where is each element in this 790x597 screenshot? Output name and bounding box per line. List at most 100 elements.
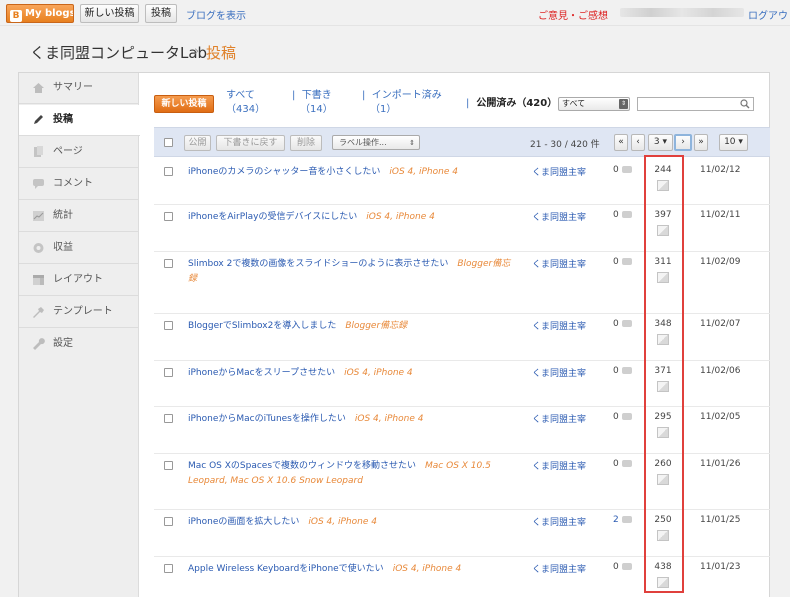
post-title[interactable]: iPhoneのカメラのシャッター音を小さくしたい iOS 4, iPhone 4 (188, 165, 518, 180)
post-title-text[interactable]: iPhoneからMacのiTunesを操作したい (188, 414, 346, 424)
post-comments: 0 (613, 319, 632, 329)
post-author[interactable]: くま同盟主宰 (532, 412, 586, 425)
post-checkbox[interactable] (164, 167, 173, 176)
my-blogs-button[interactable]: B My blogs (6, 4, 74, 23)
filter-drafts[interactable]: | 下書き （14） (292, 89, 333, 117)
post-author[interactable]: くま同盟主宰 (532, 459, 586, 472)
post-title-text[interactable]: BloggerでSlimbox2を導入しました (188, 321, 336, 331)
post-title-text[interactable]: Mac OS XのSpacesで複数のウィンドウを移動させたい (188, 461, 416, 471)
post-author[interactable]: くま同盟主宰 (532, 257, 586, 270)
post-title-text[interactable]: Slimbox 2で複数の画像をスライドショーのように表示させたい (188, 259, 448, 269)
sidebar-item-stats[interactable]: 統計 (19, 201, 139, 232)
post-row[interactable]: iPhoneからMacのiTunesを操作したい iOS 4, iPhone 4 … (154, 408, 770, 454)
post-checkbox[interactable] (164, 564, 173, 573)
stats-graph-icon[interactable] (657, 225, 669, 236)
post-row[interactable]: iPhoneのカメラのシャッター音を小さくしたい iOS 4, iPhone 4 … (154, 161, 770, 205)
view-blog-link[interactable]: ブログを表示 (186, 7, 246, 22)
post-title[interactable]: Mac OS XのSpacesで複数のウィンドウを移動させたい Mac OS X … (188, 459, 518, 489)
post-checkbox[interactable] (164, 414, 173, 423)
post-title[interactable]: BloggerでSlimbox2を導入しました Blogger備忘録 (188, 319, 518, 334)
post-author[interactable]: くま同盟主宰 (532, 319, 586, 332)
post-author[interactable]: くま同盟主宰 (532, 366, 586, 379)
post-row[interactable]: Slimbox 2で複数の画像をスライドショーのように表示させたい Blogger… (154, 253, 770, 314)
post-title[interactable]: iPhoneをAirPlayの受信デバイスにしたい iOS 4, iPhone 4 (188, 210, 518, 225)
stats-graph-icon[interactable] (657, 381, 669, 392)
posts-top-button[interactable]: 投稿 (145, 4, 177, 23)
post-title-text[interactable]: iPhoneからMacをスリープさせたい (188, 368, 335, 378)
post-row[interactable]: iPhoneをAirPlayの受信デバイスにしたい iOS 4, iPhone 4… (154, 206, 770, 252)
post-title-text[interactable]: iPhoneのカメラのシャッター音を小さくしたい (188, 167, 380, 177)
feedback-link[interactable]: ご意見・ご感想 (538, 7, 608, 22)
post-comments[interactable]: 2 (613, 515, 632, 525)
comment-count[interactable]: 2 (613, 515, 619, 525)
post-author[interactable]: くま同盟主宰 (532, 210, 586, 223)
sidebar-item-pages[interactable]: ページ (19, 137, 139, 168)
post-checkbox[interactable] (164, 461, 173, 470)
filter-published[interactable]: | 公開済み（420） (466, 97, 557, 111)
blog-title[interactable]: くま同盟コンピュータLab (30, 42, 207, 63)
post-title-text[interactable]: Apple Wireless KeyboardをiPhoneで使いたい (188, 564, 384, 574)
post-title[interactable]: iPhoneからMacをスリープさせたい iOS 4, iPhone 4 (188, 366, 518, 381)
author-filter-select[interactable]: すべて ⇕ (558, 97, 630, 111)
post-labels[interactable]: iOS 4, iPhone 4 (355, 414, 424, 424)
sidebar-item-template[interactable]: テンプレート (19, 297, 139, 328)
stats-graph-icon[interactable] (657, 272, 669, 283)
prev-page-button[interactable]: ‹ (631, 134, 645, 151)
sidebar-item-earnings[interactable]: 収益 (19, 233, 139, 264)
post-author[interactable]: くま同盟主宰 (532, 515, 586, 528)
stats-graph-icon[interactable] (657, 530, 669, 541)
new-post-top-button[interactable]: 新しい投稿 (80, 4, 139, 23)
publish-button[interactable]: 公開 (184, 135, 211, 151)
label-actions-select[interactable]: ラベル操作... ⇕ (332, 135, 420, 150)
stats-graph-icon[interactable] (657, 577, 669, 588)
select-all-checkbox[interactable] (164, 138, 173, 147)
post-row[interactable]: Mac OS XのSpacesで複数のウィンドウを移動させたい Mac OS X … (154, 455, 770, 510)
sidebar-item-posts[interactable]: 投稿 (19, 105, 140, 136)
post-labels[interactable]: iOS 4, iPhone 4 (344, 368, 413, 378)
post-title[interactable]: Slimbox 2で複数の画像をスライドショーのように表示させたい Blogger… (188, 257, 518, 287)
post-title[interactable]: Apple Wireless KeyboardをiPhoneで使いたい iOS 4… (188, 562, 518, 577)
stats-graph-icon[interactable] (657, 474, 669, 485)
stats-graph-icon[interactable] (657, 427, 669, 438)
post-labels[interactable]: iOS 4, iPhone 4 (308, 517, 377, 527)
new-post-button[interactable]: 新しい投稿 (154, 95, 214, 113)
post-checkbox[interactable] (164, 517, 173, 526)
page-select[interactable]: 3 ▾ (648, 134, 673, 151)
post-author[interactable]: くま同盟主宰 (532, 165, 586, 178)
post-checkbox[interactable] (164, 259, 173, 268)
sidebar-item-comments[interactable]: コメント (19, 169, 139, 200)
post-title[interactable]: iPhoneからMacのiTunesを操作したい iOS 4, iPhone 4 (188, 412, 518, 427)
post-row[interactable]: iPhoneからMacをスリープさせたい iOS 4, iPhone 4 くま同盟… (154, 362, 770, 407)
logout-link[interactable]: ログアウト (748, 7, 790, 22)
post-row[interactable]: BloggerでSlimbox2を導入しました Blogger備忘録 くま同盟主宰… (154, 315, 770, 361)
search-input[interactable] (637, 97, 754, 111)
post-row[interactable]: iPhoneの画面を拡大したい iOS 4, iPhone 4 くま同盟主宰 2 … (154, 511, 770, 557)
next-page-button[interactable]: › (674, 134, 692, 151)
sidebar-item-settings[interactable]: 設定 (19, 329, 139, 360)
comment-count: 0 (613, 562, 619, 572)
sidebar-item-layout[interactable]: レイアウト (19, 265, 139, 296)
post-labels[interactable]: iOS 4, iPhone 4 (393, 564, 462, 574)
filter-all[interactable]: すべて （434） (226, 89, 265, 117)
per-page-select[interactable]: 10 ▾ (719, 134, 748, 151)
post-row[interactable]: Apple Wireless KeyboardをiPhoneで使いたい iOS 4… (154, 558, 770, 597)
first-page-button[interactable]: « (614, 134, 628, 151)
filter-imported[interactable]: | インポート済み （1） (362, 89, 442, 117)
post-checkbox[interactable] (164, 368, 173, 377)
post-title[interactable]: iPhoneの画面を拡大したい iOS 4, iPhone 4 (188, 515, 518, 530)
post-checkbox[interactable] (164, 212, 173, 221)
post-labels[interactable]: Blogger備忘録 (345, 321, 407, 331)
post-labels[interactable]: iOS 4, iPhone 4 (389, 167, 458, 177)
delete-button[interactable]: 削除 (290, 135, 322, 151)
sidebar-item-summary[interactable]: サマリー (19, 73, 139, 104)
stats-graph-icon[interactable] (657, 334, 669, 345)
stats-graph-icon[interactable] (657, 180, 669, 191)
post-title-text[interactable]: iPhoneの画面を拡大したい (188, 517, 299, 527)
post-labels[interactable]: iOS 4, iPhone 4 (366, 212, 435, 222)
last-page-button[interactable]: » (694, 134, 708, 151)
revert-to-draft-button[interactable]: 下書きに戻す (216, 135, 285, 151)
post-checkbox[interactable] (164, 321, 173, 330)
post-title-text[interactable]: iPhoneをAirPlayの受信デバイスにしたい (188, 212, 357, 222)
post-author[interactable]: くま同盟主宰 (532, 562, 586, 575)
sidebar-item-label: 設定 (53, 338, 73, 349)
